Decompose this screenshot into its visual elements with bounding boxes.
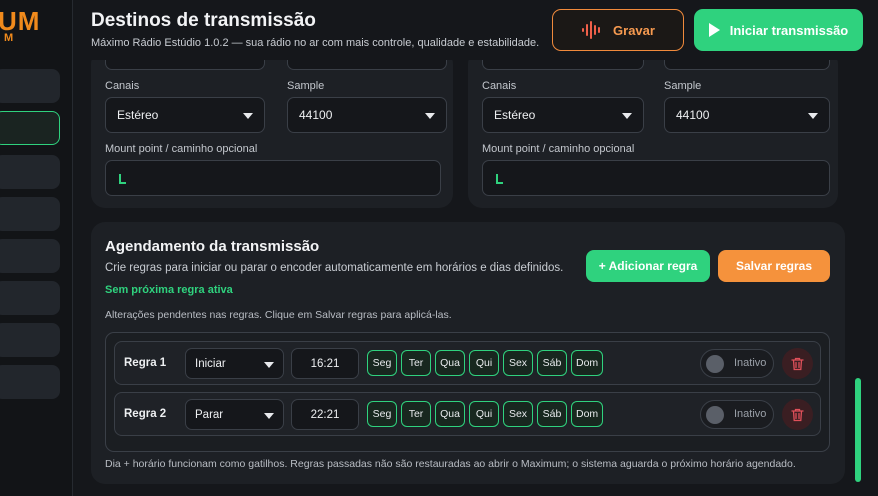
day-toggle-sex[interactable]: Sex: [503, 350, 533, 376]
chevron-down-icon: [622, 113, 632, 119]
save-rules-button[interactable]: Salvar regras: [718, 250, 830, 282]
day-toggle-qui[interactable]: Qui: [469, 350, 499, 376]
channels-value: Estéreo: [494, 108, 536, 122]
field-stub: [105, 60, 265, 70]
rule-active-toggle[interactable]: Inativo: [700, 349, 774, 378]
day-toggle-dom[interactable]: Dom: [571, 350, 604, 376]
sidebar-item-2-active[interactable]: [0, 111, 60, 145]
schedule-description: Crie regras para iniciar ou parar o enco…: [105, 262, 564, 274]
sample-select[interactable]: 44100: [287, 97, 447, 133]
day-toggle-sab[interactable]: Sáb: [537, 350, 567, 376]
rule-days: Seg Ter Qua Qui Sex Sáb Dom: [367, 350, 604, 376]
mount-label: Mount point / caminho opcional: [482, 143, 635, 155]
rule-action-value: Parar: [195, 408, 224, 421]
start-label: Iniciar transmissão: [729, 22, 849, 38]
sidebar-item-3[interactable]: [0, 155, 60, 189]
rule-active-toggle[interactable]: Inativo: [700, 400, 774, 429]
sidebar-item-5[interactable]: [0, 239, 60, 273]
channels-select[interactable]: Estéreo: [105, 97, 265, 133]
schedule-footer-note: Dia + horário funcionam como gatilhos. R…: [105, 458, 796, 470]
mount-label: Mount point / caminho opcional: [105, 143, 258, 155]
mount-input[interactable]: [105, 160, 441, 196]
rule-row: Regra 1 Iniciar 16:21 Seg Ter Qua Qui Se…: [114, 341, 821, 385]
rules-list: Regra 1 Iniciar 16:21 Seg Ter Qua Qui Se…: [105, 332, 830, 452]
sample-label: Sample: [287, 80, 325, 92]
rule-action-select[interactable]: Parar: [185, 399, 284, 430]
day-toggle-seg[interactable]: Seg: [367, 401, 397, 427]
chevron-down-icon: [425, 113, 435, 119]
pending-changes-note: Alterações pendentes nas regras. Clique …: [105, 309, 452, 321]
page-title: Destinos de transmissão: [91, 10, 316, 31]
mount-input[interactable]: [482, 160, 830, 196]
day-toggle-qua[interactable]: Qua: [435, 401, 465, 427]
rule-name: Regra 1: [124, 357, 167, 369]
channels-label: Canais: [482, 80, 517, 92]
sample-value: 44100: [676, 108, 710, 122]
record-label: Gravar: [613, 22, 655, 38]
cursor-icon: [496, 174, 503, 184]
scrollbar-thumb[interactable]: [855, 378, 861, 482]
app-logo-sub: M: [4, 32, 14, 44]
main-content: Canais Estéreo Sample 44100 Mount point …: [73, 0, 878, 496]
add-rule-button[interactable]: + Adicionar regra: [586, 250, 710, 282]
play-icon: [708, 23, 720, 37]
sidebar-item-6[interactable]: [0, 281, 60, 315]
toggle-knob: [706, 355, 724, 373]
chevron-down-icon: [264, 413, 274, 419]
day-toggle-qui[interactable]: Qui: [469, 401, 499, 427]
channels-select[interactable]: Estéreo: [482, 97, 644, 133]
day-toggle-qua[interactable]: Qua: [435, 350, 465, 376]
rule-action-value: Iniciar: [195, 357, 226, 370]
next-rule-status: Sem próxima regra ativa: [105, 284, 233, 296]
rule-action-select[interactable]: Iniciar: [185, 348, 284, 379]
cursor-icon: [119, 174, 126, 184]
rule-status-label: Inativo: [734, 357, 767, 369]
rule-name: Regra 2: [124, 408, 167, 420]
sample-value: 44100: [299, 108, 333, 122]
page-subtitle: Máximo Rádio Estúdio 1.0.2 — sua rádio n…: [91, 37, 540, 49]
destination-card-1: Canais Estéreo Sample 44100 Mount point …: [91, 50, 453, 208]
field-stub: [287, 60, 447, 70]
sample-label: Sample: [664, 80, 702, 92]
schedule-title: Agendamento da transmissão: [105, 238, 320, 255]
sample-select[interactable]: 44100: [664, 97, 830, 133]
sidebar: UM M: [0, 0, 73, 496]
trash-icon: [791, 408, 804, 421]
sidebar-item-8[interactable]: [0, 365, 60, 399]
channels-value: Estéreo: [117, 108, 159, 122]
header: Destinos de transmissão Máximo Rádio Est…: [73, 0, 878, 60]
chevron-down-icon: [243, 113, 253, 119]
delete-rule-button[interactable]: [782, 399, 813, 430]
sidebar-item-4[interactable]: [0, 197, 60, 231]
rule-days: Seg Ter Qua Qui Sex Sáb Dom: [367, 401, 604, 427]
channels-label: Canais: [105, 80, 140, 92]
start-broadcast-button[interactable]: Iniciar transmissão: [694, 9, 863, 51]
field-stub: [664, 60, 830, 70]
day-toggle-sab[interactable]: Sáb: [537, 401, 567, 427]
sidebar-item-1[interactable]: [0, 69, 60, 103]
sound-wave-icon: [582, 21, 601, 39]
rule-time-input[interactable]: 16:21: [291, 348, 359, 379]
field-stub: [482, 60, 644, 70]
record-button[interactable]: Gravar: [552, 9, 684, 51]
rule-row: Regra 2 Parar 22:21 Seg Ter Qua Qui Sex …: [114, 392, 821, 436]
day-toggle-sex[interactable]: Sex: [503, 401, 533, 427]
day-toggle-dom[interactable]: Dom: [571, 401, 604, 427]
delete-rule-button[interactable]: [782, 348, 813, 379]
rule-status-label: Inativo: [734, 408, 767, 420]
rule-time-input[interactable]: 22:21: [291, 399, 359, 430]
sidebar-item-7[interactable]: [0, 323, 60, 357]
chevron-down-icon: [808, 113, 818, 119]
day-toggle-seg[interactable]: Seg: [367, 350, 397, 376]
day-toggle-ter[interactable]: Ter: [401, 350, 431, 376]
chevron-down-icon: [264, 362, 274, 368]
day-toggle-ter[interactable]: Ter: [401, 401, 431, 427]
destination-card-2: Canais Estéreo Sample 44100 Mount point …: [468, 50, 838, 208]
toggle-knob: [706, 406, 724, 424]
trash-icon: [791, 357, 804, 370]
